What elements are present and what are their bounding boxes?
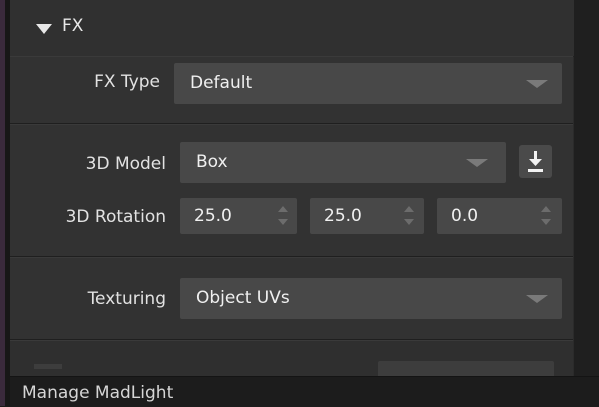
model-value: Box xyxy=(196,152,228,172)
rotation-y-field[interactable]: 25.0 xyxy=(310,198,424,234)
fx-type-dropdown[interactable]: Default xyxy=(174,63,562,104)
download-model-button[interactable] xyxy=(519,145,552,178)
caret-up-icon xyxy=(541,206,551,212)
model-label: 3D Model xyxy=(85,154,166,174)
rotation-x-value: 25.0 xyxy=(194,206,232,226)
partial-label xyxy=(34,364,62,369)
status-text: Manage MadLight xyxy=(22,383,174,403)
texturing-dropdown[interactable]: Object UVs xyxy=(180,278,562,319)
texturing-group: Texturing Object UVs xyxy=(10,257,573,340)
chevron-down-icon xyxy=(526,80,548,88)
status-bar: Manage MadLight xyxy=(10,376,599,407)
rotation-z-value: 0.0 xyxy=(451,206,479,226)
model-dropdown[interactable]: Box xyxy=(180,142,506,183)
chevron-down-icon xyxy=(466,159,488,167)
chevron-down-icon xyxy=(526,295,548,303)
rotation-y-stepper[interactable] xyxy=(400,198,418,234)
fx-type-label: FX Type xyxy=(94,72,160,92)
caret-down-icon xyxy=(404,219,414,225)
fx-type-group: FX Type Default xyxy=(10,56,573,124)
fx-type-value: Default xyxy=(190,73,253,93)
partial-control[interactable] xyxy=(378,361,554,376)
rotation-x-stepper[interactable] xyxy=(274,198,292,234)
panel-scroll-gutter xyxy=(574,0,599,406)
texturing-label: Texturing xyxy=(87,289,166,309)
rotation-x-field[interactable]: 25.0 xyxy=(180,198,297,234)
rotation-label: 3D Rotation xyxy=(65,207,166,227)
model-group: 3D Model Box 3D Rotation 25.0 25.0 0.0 xyxy=(10,124,573,257)
triangle-down-icon[interactable] xyxy=(36,24,52,34)
caret-up-icon xyxy=(278,206,288,212)
caret-down-icon xyxy=(278,219,288,225)
texturing-value: Object UVs xyxy=(196,288,290,308)
download-icon xyxy=(528,151,543,172)
rotation-y-value: 25.0 xyxy=(324,206,362,226)
fx-section-header[interactable]: FX xyxy=(10,0,574,57)
section-title: FX xyxy=(62,16,84,36)
rotation-z-field[interactable]: 0.0 xyxy=(437,198,562,234)
panel-accent-strip xyxy=(0,0,5,406)
caret-down-icon xyxy=(541,219,551,225)
rotation-z-stepper[interactable] xyxy=(537,198,555,234)
caret-up-icon xyxy=(404,206,414,212)
